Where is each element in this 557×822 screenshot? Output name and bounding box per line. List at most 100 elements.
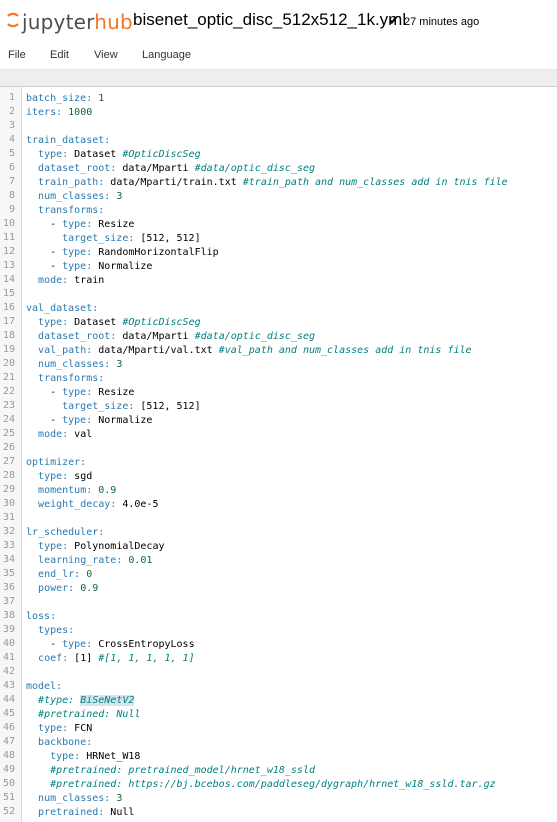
code-line[interactable]: power: 0.9: [26, 582, 98, 596]
yaml-number: 0: [86, 569, 93, 580]
code-line[interactable]: type: Dataset #OpticDiscSeg: [26, 316, 201, 330]
yaml-key: lr_scheduler:: [26, 527, 105, 538]
yaml-key: type:: [38, 317, 69, 328]
menu-language[interactable]: Language: [142, 49, 191, 61]
code-line[interactable]: type: PolynomialDecay: [26, 540, 164, 554]
code-line[interactable]: end_lr: 0: [26, 568, 92, 582]
yaml-key: loss:: [26, 611, 57, 622]
yaml-number: 0.01: [128, 555, 153, 566]
menu-edit[interactable]: Edit: [50, 49, 69, 61]
line-number: 19: [2, 344, 15, 355]
code-line[interactable]: #pretrained: Null: [26, 708, 140, 722]
code-line[interactable]: model:: [26, 680, 62, 694]
code-line[interactable]: batch_size: 1: [26, 92, 104, 106]
yaml-value: [26, 401, 62, 412]
yaml-value: [26, 429, 38, 440]
code-area[interactable]: batch_size: 1 iters: 1000 train_dataset: t…: [26, 87, 556, 822]
line-number: 48: [2, 750, 15, 761]
yaml-comment: #val_path and num_classes add in tnis fi…: [218, 345, 472, 356]
line-number: 17: [2, 316, 15, 327]
code-line[interactable]: train_path: data/Mparti/train.txt #train…: [26, 176, 508, 190]
code-line[interactable]: weight_decay: 4.0e-5: [26, 498, 158, 512]
code-line[interactable]: type: Dataset #OpticDiscSeg: [26, 148, 201, 162]
header-bar: jupyterhub bisenet_optic_disc_512x512_1k…: [0, 0, 557, 45]
code-line[interactable]: #type: BiSeNetV2: [26, 694, 135, 708]
code-line[interactable]: type: HRNet_W18: [26, 750, 140, 764]
yaml-comment: #data/optic_disc_seg: [194, 331, 316, 342]
code-line[interactable]: target_size: [512, 512]: [26, 232, 200, 246]
yaml-value: Resize: [92, 387, 135, 398]
yaml-value: [26, 807, 38, 818]
code-line[interactable]: loss:: [26, 610, 56, 624]
line-number: 31: [2, 512, 15, 523]
yaml-value: [26, 191, 38, 202]
yaml-comment: #OpticDiscSeg: [122, 317, 201, 328]
menu-file[interactable]: File: [8, 49, 26, 61]
line-number: 36: [2, 582, 15, 593]
code-line[interactable]: num_classes: 3: [26, 190, 122, 204]
yaml-value: [26, 737, 38, 748]
code-line[interactable]: dataset_root: data/Mparti #data/optic_di…: [26, 330, 315, 344]
yaml-number: 3: [116, 793, 123, 804]
code-editor[interactable]: 1 2 3 4 5 6 7 8 9 10 11 12 13 14 15 16 17 18 19 20 21 22 23 24 2…: [0, 86, 557, 822]
line-number: 24: [2, 414, 15, 425]
yaml-comment: #pretrained: https://bj.bcebos.com/paddl…: [50, 779, 496, 790]
code-line[interactable]: val_path: data/Mparti/val.txt #val_path …: [26, 344, 472, 358]
line-number: 28: [2, 470, 15, 481]
logo-text-hub: hub: [94, 10, 133, 34]
code-line[interactable]: momentum: 0.9: [26, 484, 116, 498]
line-number: 50: [2, 778, 15, 789]
code-line[interactable]: type: FCN: [26, 722, 92, 736]
code-line[interactable]: mode: val: [26, 428, 92, 442]
code-line[interactable]: backbone:: [26, 736, 92, 750]
line-number: 41: [2, 652, 15, 663]
yaml-comment: #pretrained: pretrained_model/hrnet_w18_…: [50, 765, 315, 776]
code-line[interactable]: target_size: [512, 512]: [26, 400, 200, 414]
code-line[interactable]: train_dataset:: [26, 134, 110, 148]
code-line[interactable]: - type: RandomHorizontalFlip: [26, 246, 219, 260]
yaml-key: transforms:: [38, 205, 105, 216]
code-line[interactable]: iters: 1000: [26, 106, 92, 120]
code-line[interactable]: val_dataset:: [26, 302, 98, 316]
yaml-key: transforms:: [38, 373, 105, 384]
code-line[interactable]: - type: Normalize: [26, 414, 152, 428]
line-number: 33: [2, 540, 15, 551]
yaml-value: [26, 555, 38, 566]
code-line[interactable]: num_classes: 3: [26, 792, 122, 806]
code-line[interactable]: types:: [26, 624, 74, 638]
line-number: 6: [8, 162, 15, 173]
yaml-number: 1000: [68, 107, 93, 118]
code-line[interactable]: - type: Normalize: [26, 260, 152, 274]
code-line[interactable]: dataset_root: data/Mparti #data/optic_di…: [26, 162, 315, 176]
code-line[interactable]: - type: Resize: [26, 386, 134, 400]
line-number: 10: [2, 218, 15, 229]
code-line[interactable]: - type: CrossEntropyLoss: [26, 638, 195, 652]
yaml-comment: #OpticDiscSeg: [122, 149, 201, 160]
yaml-key: dataset_root:: [38, 331, 117, 342]
yaml-value: [26, 373, 38, 384]
code-line[interactable]: - type: Resize: [26, 218, 134, 232]
line-number: 3: [8, 120, 15, 131]
code-line[interactable]: mode: train: [26, 274, 104, 288]
code-line[interactable]: learning_rate: 0.01: [26, 554, 152, 568]
yaml-value: Dataset: [68, 149, 123, 160]
yaml-value: [26, 751, 50, 762]
code-line[interactable]: lr_scheduler:: [26, 526, 104, 540]
yaml-value: sgd: [68, 471, 93, 482]
line-number: 44: [2, 694, 15, 705]
code-line[interactable]: type: sgd: [26, 470, 92, 484]
code-line[interactable]: transforms:: [26, 204, 104, 218]
code-line[interactable]: coef: [1] #[1, 1, 1, 1, 1]: [26, 652, 195, 666]
yaml-value: Resize: [92, 219, 135, 230]
code-line[interactable]: pretrained: Null: [26, 806, 134, 820]
code-line[interactable]: num_classes: 3: [26, 358, 122, 372]
code-line[interactable]: transforms:: [26, 372, 104, 386]
line-number: 46: [2, 722, 15, 733]
line-number: 45: [2, 708, 15, 719]
menu-view[interactable]: View: [94, 49, 118, 61]
code-line[interactable]: #pretrained: https://bj.bcebos.com/paddl…: [26, 778, 496, 792]
jupyterhub-logo[interactable]: jupyterhub: [5, 9, 133, 37]
file-name[interactable]: bisenet_optic_disc_512x512_1k.yml: [133, 10, 406, 30]
code-line[interactable]: optimizer:: [26, 456, 86, 470]
code-line[interactable]: #pretrained: pretrained_model/hrnet_w18_…: [26, 764, 315, 778]
